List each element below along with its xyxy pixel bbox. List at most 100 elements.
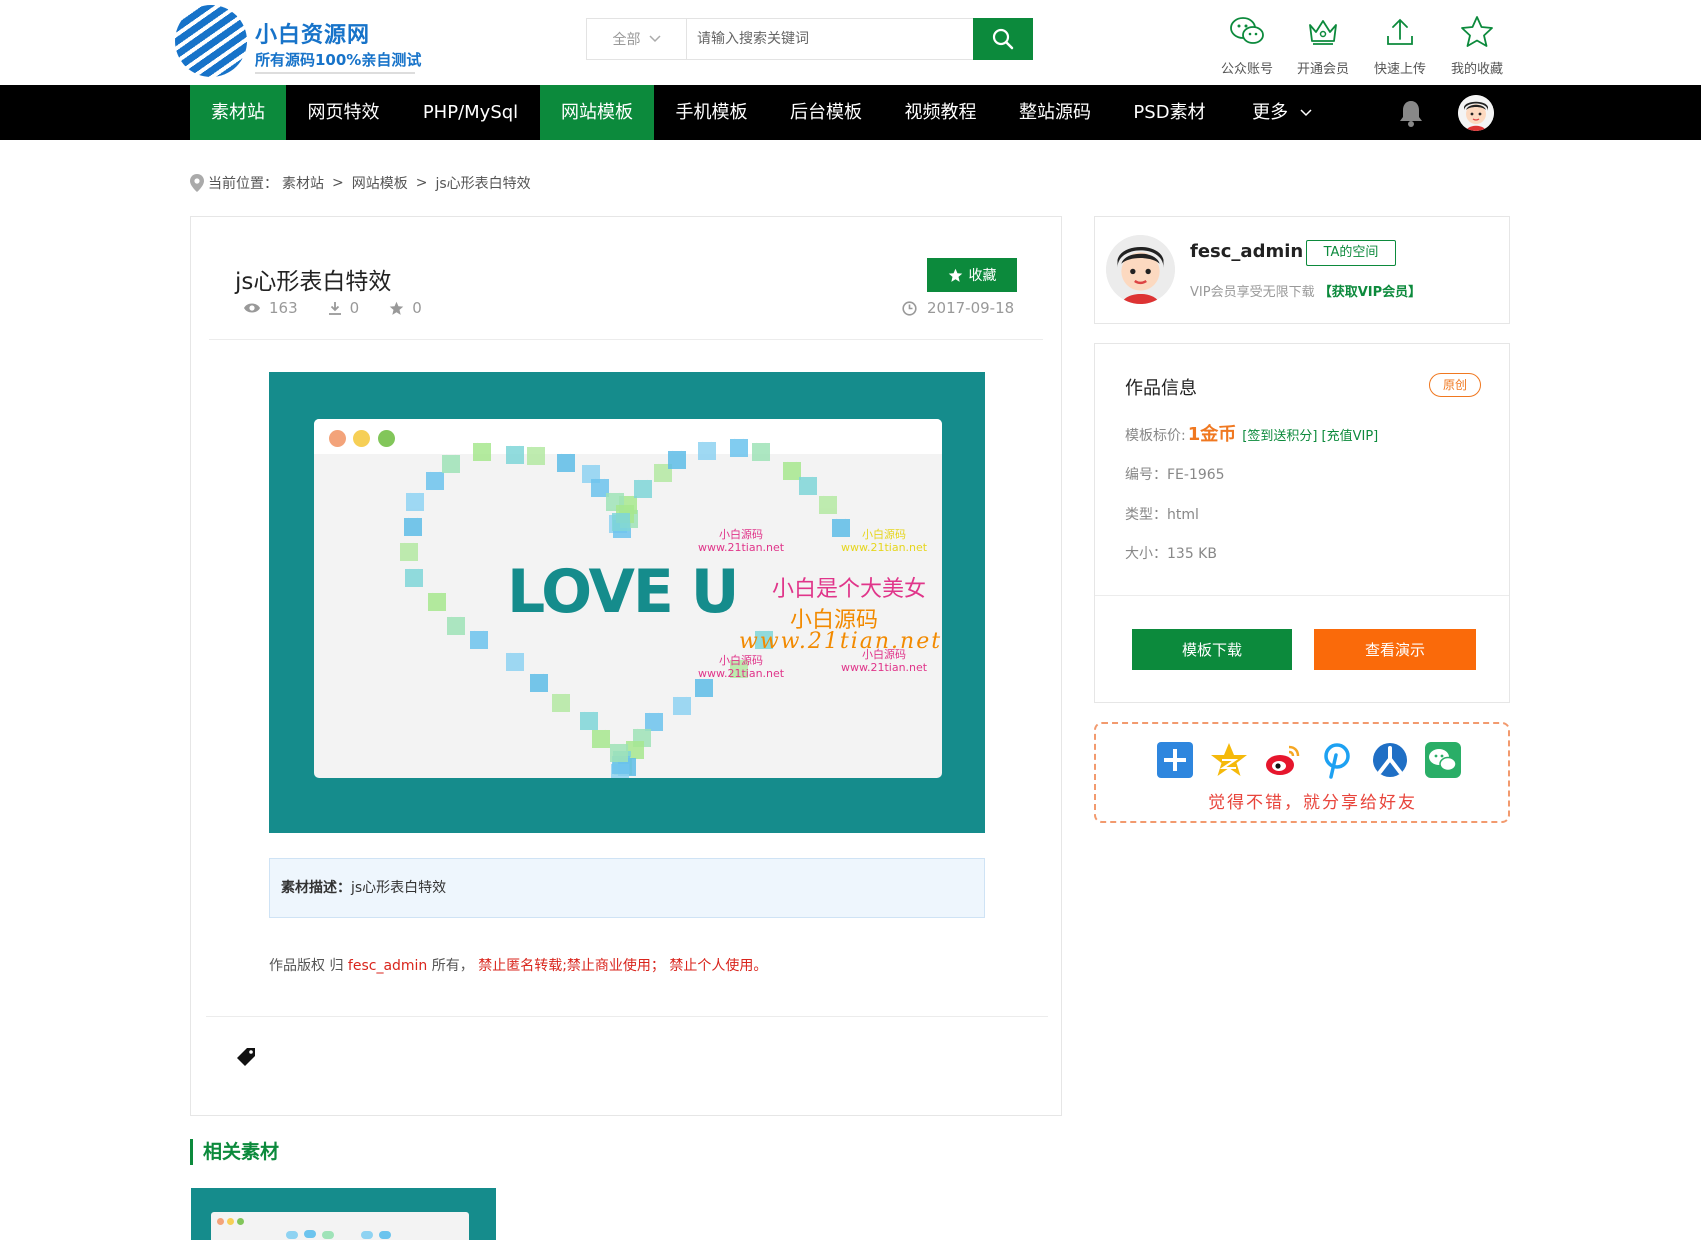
quick-link-favorites[interactable]: 我的收藏 (1439, 12, 1515, 77)
nav-item-web-effects[interactable]: 网页特效 (286, 85, 401, 140)
download-button[interactable]: 模板下载 (1132, 629, 1292, 670)
nav-item-more[interactable]: 更多 (1227, 85, 1337, 140)
location-pin-icon (190, 174, 204, 192)
heart-particle (819, 496, 838, 515)
heart-particle (404, 517, 423, 536)
main-nav: 素材站 网页特效 PHP/MySql 网站模板 手机模板 后台模板 视频教程 整… (0, 85, 1701, 140)
plus-share-icon[interactable] (1156, 741, 1194, 779)
breadcrumb-item-current: js心形表白特效 (435, 176, 531, 192)
preview-window-bar (314, 419, 942, 454)
quick-link-label: 开通会员 (1296, 62, 1349, 77)
heart-particle (551, 693, 570, 712)
nav-item-video-tutorials[interactable]: 视频教程 (883, 85, 998, 140)
description-box: 素材描述：js心形表白特效 (269, 858, 985, 918)
watermark-small-name: 小白源码 (862, 648, 907, 661)
nav-item-psd[interactable]: PSD素材 (1112, 85, 1227, 140)
vip-promo: VIP会员享受无限下载 【获取VIP会员】 (1190, 281, 1421, 300)
watermark-small: 小白源码 www.21tian.net (698, 528, 784, 554)
quick-link-vip[interactable]: 开通会员 (1285, 12, 1361, 77)
quick-link-upload[interactable]: 快速上传 (1362, 12, 1438, 77)
window-dot-icon (353, 430, 370, 447)
logo-underline (255, 72, 415, 74)
avatar-face-icon (1458, 95, 1494, 131)
logo-mark-icon (175, 5, 247, 77)
nav-item-full-source[interactable]: 整站源码 (998, 85, 1112, 140)
heart-particle (426, 471, 445, 490)
quick-link-wechat[interactable]: 公众账号 (1209, 12, 1285, 77)
heart-particle (361, 1231, 373, 1239)
nav-item-site-templates[interactable]: 网站模板 (540, 85, 654, 140)
heart-particle (580, 712, 599, 731)
type-label: 类型： (1125, 507, 1167, 523)
related-thumb-body (211, 1228, 469, 1240)
nav-item-mobile-templates[interactable]: 手机模板 (654, 85, 769, 140)
divider (209, 339, 1043, 340)
size-value: 135 KB (1167, 546, 1217, 562)
window-dot-icon (217, 1218, 224, 1225)
work-info-card: 作品信息 原创 模板标价: 1金币 [签到送积分] [充值VIP] 编号： FE… (1094, 343, 1510, 703)
author-name[interactable]: fesc_admin (1190, 241, 1303, 262)
quick-link-label: 公众账号 (1220, 62, 1273, 77)
price-value: 1金币 (1187, 424, 1237, 445)
article-card: js心形表白特效 收藏 163 0 0 2017-09-18 LOVE U 小白… (190, 216, 1062, 1116)
heart-particle (404, 568, 423, 587)
wechat-share-icon[interactable] (1424, 741, 1462, 779)
copyright-prefix: 作品版权 归 (269, 958, 344, 974)
heart-particle (400, 543, 419, 561)
nav-item-php-mysql[interactable]: PHP/MySql (401, 85, 540, 140)
watermark-small-url: www.21tian.net (698, 541, 785, 554)
renren-icon[interactable] (1371, 741, 1409, 779)
copyright-owner-link[interactable]: fesc_admin (348, 958, 427, 974)
user-avatar-nav[interactable] (1458, 95, 1494, 131)
clock-icon (902, 300, 917, 316)
original-badge: 原创 (1429, 373, 1481, 397)
watermark-small: 小白源码 www.21tian.net (841, 528, 927, 554)
weibo-icon[interactable] (1263, 741, 1301, 779)
search-category-select[interactable]: 全部 (587, 19, 687, 59)
view-demo-button[interactable]: 查看演示 (1314, 629, 1476, 670)
star-icon (1461, 16, 1493, 47)
breadcrumb-item-templates[interactable]: 网站模板 (352, 173, 408, 193)
heart-particle (286, 1231, 298, 1239)
window-dot-icon (378, 430, 395, 447)
heart-particle (322, 1231, 334, 1239)
author-space-button[interactable]: TA的空间 (1306, 240, 1396, 266)
downloads-count: 0 (349, 299, 360, 317)
watermark-small-url: www.21tian.net (841, 541, 928, 554)
stars-stat: 0 (389, 299, 422, 317)
nav-item-sucai[interactable]: 素材站 (190, 85, 286, 140)
heart-particle (428, 593, 447, 612)
type-value: html (1167, 507, 1199, 523)
search-button[interactable] (973, 18, 1033, 60)
preview-love-text: LOVE U (507, 557, 740, 627)
related-item-thumbnail[interactable] (191, 1188, 496, 1240)
price-links[interactable]: [签到送积分] [充值VIP] (1242, 425, 1378, 444)
heart-particle (752, 442, 771, 461)
watermark-small: 小白源码 www.21tian.net (841, 648, 927, 674)
heart-particle (673, 696, 692, 715)
chevron-down-icon (1300, 109, 1312, 117)
search-bar: 全部 (586, 18, 1033, 60)
breadcrumb-item-sucai[interactable]: 素材站 (282, 173, 324, 193)
heart-particle (505, 652, 524, 671)
site-logo[interactable]: 小白资源网 所有源码100%亲自测试 (175, 5, 421, 80)
breadcrumb-prefix: 当前位置： (208, 176, 278, 192)
views-count: 163 (269, 299, 298, 317)
quick-link-label: 快速上传 (1373, 62, 1426, 77)
pinterest-icon[interactable] (1317, 741, 1355, 779)
qzone-icon[interactable] (1210, 741, 1248, 779)
watermark-small-name: 小白源码 (862, 528, 907, 541)
id-label: 编号： (1125, 467, 1167, 483)
chevron-down-icon (648, 35, 661, 43)
author-avatar[interactable] (1106, 235, 1175, 304)
price-row: 模板标价: 1金币 [签到送积分] [充值VIP] (1125, 420, 1378, 446)
bell-icon[interactable] (1398, 99, 1424, 127)
heart-particle (610, 744, 629, 763)
get-vip-link[interactable]: 【获取VIP会员】 (1319, 285, 1421, 300)
nav-item-admin-templates[interactable]: 后台模板 (769, 85, 883, 140)
preview-image: LOVE U 小白是个大美女 小白源码 www.21tian.net 小白源码 … (269, 372, 985, 833)
related-section-title: 相关素材 (190, 1139, 279, 1165)
breadcrumb: 当前位置： 素材站 > 网站模板 > js心形表白特效 (190, 173, 531, 193)
favorite-button[interactable]: 收藏 (927, 258, 1017, 292)
heart-particle (526, 447, 545, 466)
